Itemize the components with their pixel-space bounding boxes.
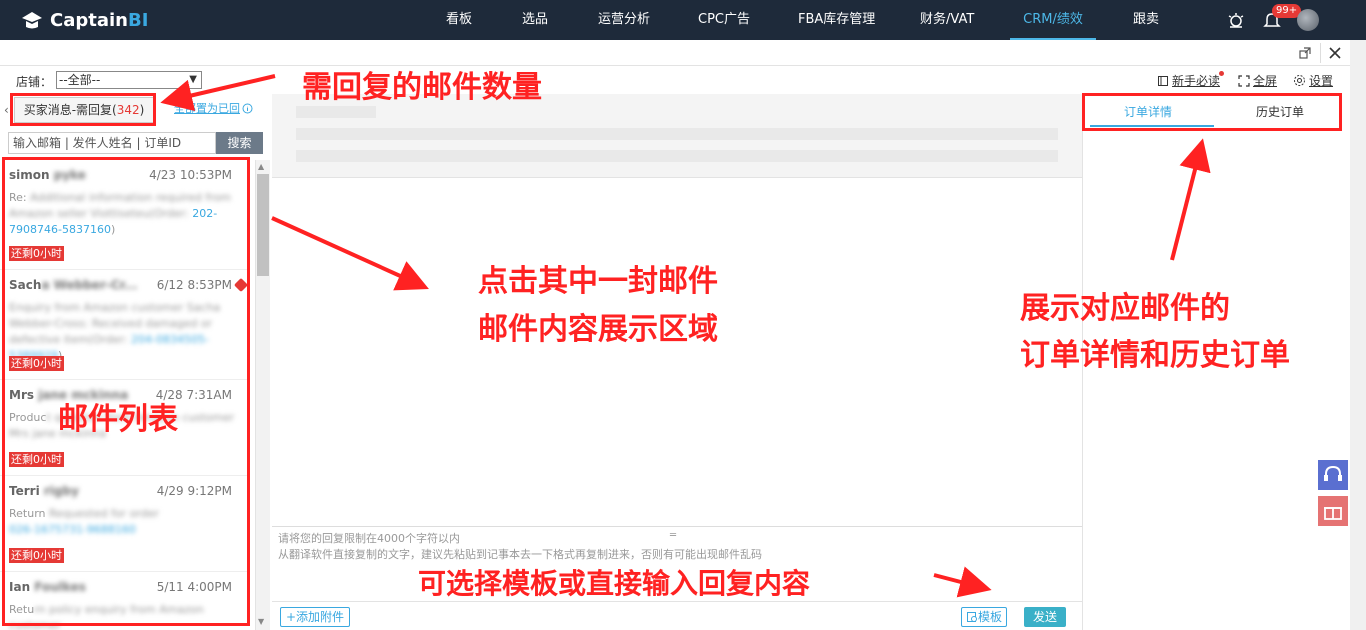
store-select[interactable]: --全部-- ▼ (56, 71, 202, 89)
gift-icon (1324, 507, 1342, 520)
annotation-box-list (2, 157, 250, 626)
book-icon (1158, 75, 1168, 86)
gift-button[interactable] (1318, 496, 1348, 526)
nav-item-fba-inventory[interactable]: FBA库存管理 (798, 0, 875, 40)
search-button[interactable]: 搜索 (216, 132, 263, 154)
annotation-content-area: 邮件内容展示区域 (478, 312, 718, 347)
annotation-right-2: 订单详情和历史订单 (1020, 338, 1290, 373)
nav-item-finance[interactable]: 财务/VAT (920, 0, 974, 40)
annotation-box-right-tabs (1082, 93, 1342, 131)
app-root: Captain BI 看板 选品 运营分析 CPC广告 FBA库存管理 财务/VA… (0, 0, 1366, 630)
nav-item-cpc-ads[interactable]: CPC广告 (698, 0, 750, 40)
bar-divider (1320, 43, 1321, 63)
template-icon (967, 612, 977, 622)
chevron-down-icon: ▼ (189, 74, 197, 85)
search-input[interactable]: 输入邮箱 | 发件人姓名 | 订单ID (8, 132, 216, 154)
scroll-down-icon[interactable]: ▼ (258, 617, 264, 626)
store-select-value: --全部-- (59, 73, 101, 87)
nav-item-dashboard[interactable]: 看板 (446, 0, 472, 40)
top-nav: Captain BI 看板 选品 运营分析 CPC广告 FBA库存管理 财务/VA… (0, 0, 1366, 40)
nav-item-crm[interactable]: CRM/绩效 (1010, 0, 1096, 40)
support-button[interactable] (1318, 460, 1348, 490)
scrollbar-thumb[interactable] (257, 174, 269, 276)
resize-handle[interactable]: ═ (670, 530, 676, 541)
scroll-up-icon[interactable]: ▲ (258, 162, 264, 171)
window-bar (0, 40, 1366, 66)
fullscreen-icon (1238, 74, 1250, 87)
page-scrollbar[interactable] (1350, 40, 1366, 630)
chevron-left-icon[interactable]: ‹ (4, 103, 9, 117)
fullscreen-button[interactable]: 全屏 (1238, 72, 1277, 89)
info-icon (242, 103, 253, 113)
annotation-right-1: 展示对应邮件的 (1020, 291, 1230, 326)
brand-prefix: Captain (50, 9, 128, 31)
annotation-box-tab (10, 93, 156, 126)
annotation-mail-list: 邮件列表 (58, 402, 178, 437)
captain-hat-icon (22, 12, 42, 29)
placeholder-line (296, 150, 1058, 162)
mail-content (272, 178, 1082, 526)
nav-item-product-selection[interactable]: 选品 (522, 0, 548, 40)
guide-dot (1219, 71, 1224, 76)
mark-all-read-label: 全部置为已回 (174, 102, 240, 115)
reply-hint-format: 从翻译软件直接复制的文字，建议先粘贴到记事本去一下格式再复制进来，否则有可能出现… (278, 548, 762, 561)
annotation-reply-tip: 可选择模板或直接输入回复内容 (418, 567, 811, 600)
alarm-icon[interactable] (1226, 10, 1246, 30)
fullscreen-label: 全屏 (1253, 74, 1278, 88)
reply-hint-limit: 请将您的回复限制在4000个字符以内 (278, 532, 460, 545)
guide-label: 新手必读 (1172, 74, 1221, 88)
gear-icon (1294, 75, 1305, 86)
brand-suffix: BI (127, 9, 149, 31)
annotation-click-mail: 点击其中一封邮件 (478, 264, 718, 299)
avatar[interactable] (1297, 9, 1319, 31)
logo[interactable]: Captain BI (20, 8, 148, 32)
guide-link[interactable]: 新手必读 (1157, 72, 1220, 89)
mark-all-read-link[interactable]: 全部置为已回 (174, 100, 253, 116)
nav-item-operations[interactable]: 运营分析 (598, 0, 650, 40)
annotation-reply-count: 需回复的邮件数量 (302, 70, 542, 105)
popout-icon[interactable] (1298, 46, 1312, 60)
settings-button[interactable]: 设置 (1293, 72, 1333, 89)
placeholder-line (296, 128, 1058, 140)
template-button[interactable]: 模板 (961, 607, 1008, 627)
headset-icon (1324, 465, 1342, 481)
add-attachment-button[interactable]: +添加附件 (280, 607, 351, 627)
mail-header (272, 94, 1082, 178)
send-button[interactable]: 发送 (1024, 607, 1066, 627)
store-label: 店铺： (16, 75, 53, 89)
close-icon[interactable] (1328, 46, 1342, 60)
nav-item-follow-sell[interactable]: 跟卖 (1133, 0, 1159, 40)
placeholder-line (296, 106, 376, 118)
template-label: 模板 (978, 610, 1003, 624)
settings-label: 设置 (1309, 74, 1334, 88)
